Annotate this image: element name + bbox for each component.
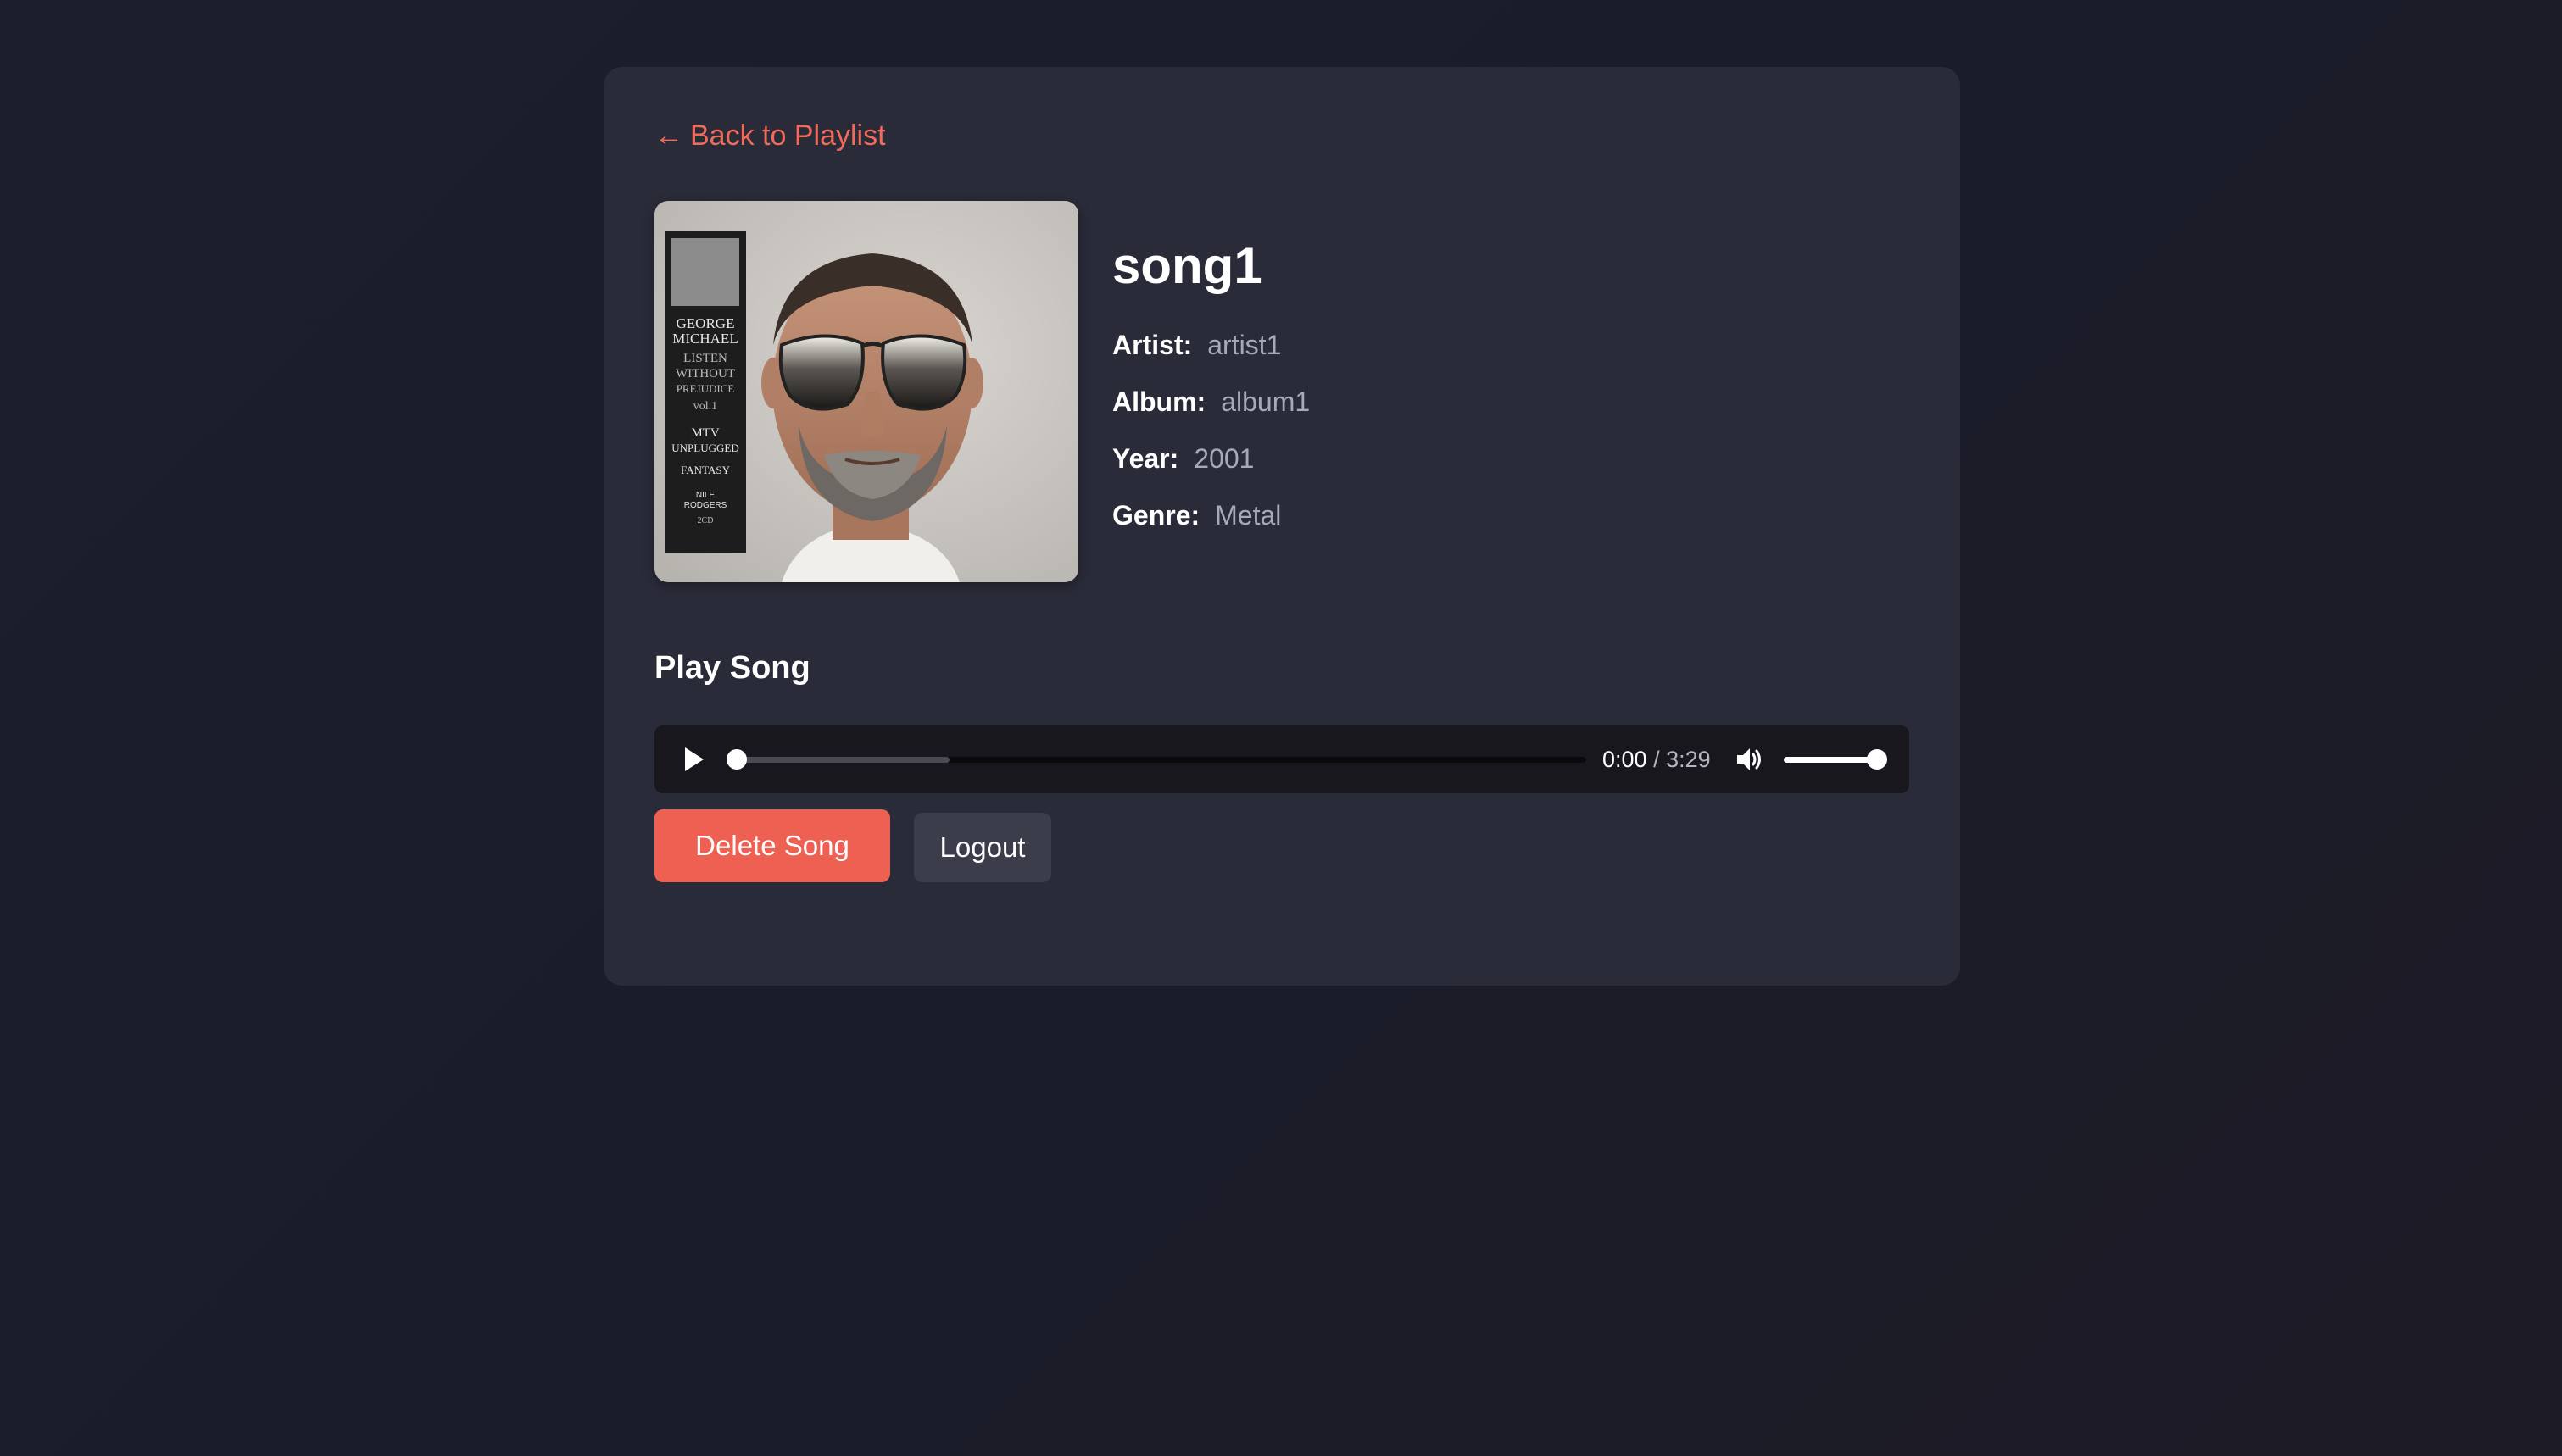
- song-title: song1: [1112, 237, 1262, 294]
- cover-spine-line-6: vol.1: [693, 400, 717, 413]
- meta-value: album1: [1221, 386, 1311, 417]
- cover-spine-line-2: MICHAEL: [672, 331, 738, 347]
- volume-level: [1784, 757, 1877, 763]
- back-to-playlist-link[interactable]: ← Back to Playlist: [654, 119, 886, 153]
- time-separator: /: [1653, 747, 1660, 772]
- cover-spine-line-12: 2CD: [698, 516, 714, 525]
- back-link-label: Back to Playlist: [690, 119, 886, 152]
- progress-bar[interactable]: [727, 749, 1586, 770]
- mute-button[interactable]: [1734, 744, 1764, 775]
- cover-spine-line-9: FANTASY: [681, 464, 731, 476]
- play-icon: [685, 747, 704, 771]
- meta-value: 2001: [1194, 443, 1255, 474]
- cover-spine-line-11: RODGERS: [684, 501, 727, 510]
- play-song-heading: Play Song: [654, 650, 810, 686]
- audio-player: 0:00 / 3:29: [654, 725, 1909, 793]
- meta-album: Album: album1: [1112, 374, 1875, 431]
- song-info: song1 Artist: artist1 Album: album1 Year: 2…: [1112, 236, 1875, 544]
- current-time: 0:00: [1602, 747, 1647, 772]
- cover-spine-line-10: NILE: [696, 491, 716, 500]
- song-detail-card: ← Back to Playlist GEORGE MICHAEL LISTEN…: [604, 67, 1960, 986]
- logout-button[interactable]: Logout: [914, 813, 1051, 882]
- duration: 3:29: [1666, 747, 1711, 772]
- meta-label: Artist:: [1112, 330, 1193, 360]
- meta-label: Album:: [1112, 386, 1206, 417]
- cover-spine-line-1: GEORGE: [677, 315, 735, 331]
- volume-slider[interactable]: [1784, 749, 1887, 770]
- meta-label: Genre:: [1112, 500, 1200, 531]
- meta-genre: Genre: Metal: [1112, 487, 1875, 544]
- cover-spine-line-5: PREJUDICE: [677, 382, 735, 395]
- cover-spine-line-8: UNPLUGGED: [671, 442, 738, 454]
- cover-spine-line-4: WITHOUT: [676, 367, 735, 381]
- play-button[interactable]: [680, 746, 707, 773]
- meta-value: Metal: [1215, 500, 1282, 531]
- volume-icon: [1737, 748, 1761, 770]
- back-arrow-icon: ←: [654, 119, 683, 152]
- meta-label: Year:: [1112, 443, 1179, 474]
- delete-song-button[interactable]: Delete Song: [654, 809, 890, 882]
- meta-artist: Artist: artist1: [1112, 317, 1875, 374]
- progress-knob[interactable]: [727, 749, 747, 770]
- cover-spine-line-3: LISTEN: [683, 352, 727, 365]
- meta-value: artist1: [1207, 330, 1282, 360]
- album-cover-image: GEORGE MICHAEL LISTEN WITHOUT PREJUDICE …: [654, 201, 1078, 582]
- volume-knob[interactable]: [1867, 749, 1887, 770]
- progress-buffered: [737, 757, 950, 763]
- time-display: 0:00 / 3:29: [1602, 746, 1711, 773]
- cover-spine-line-7: MTV: [691, 426, 720, 440]
- meta-year: Year: 2001: [1112, 431, 1875, 487]
